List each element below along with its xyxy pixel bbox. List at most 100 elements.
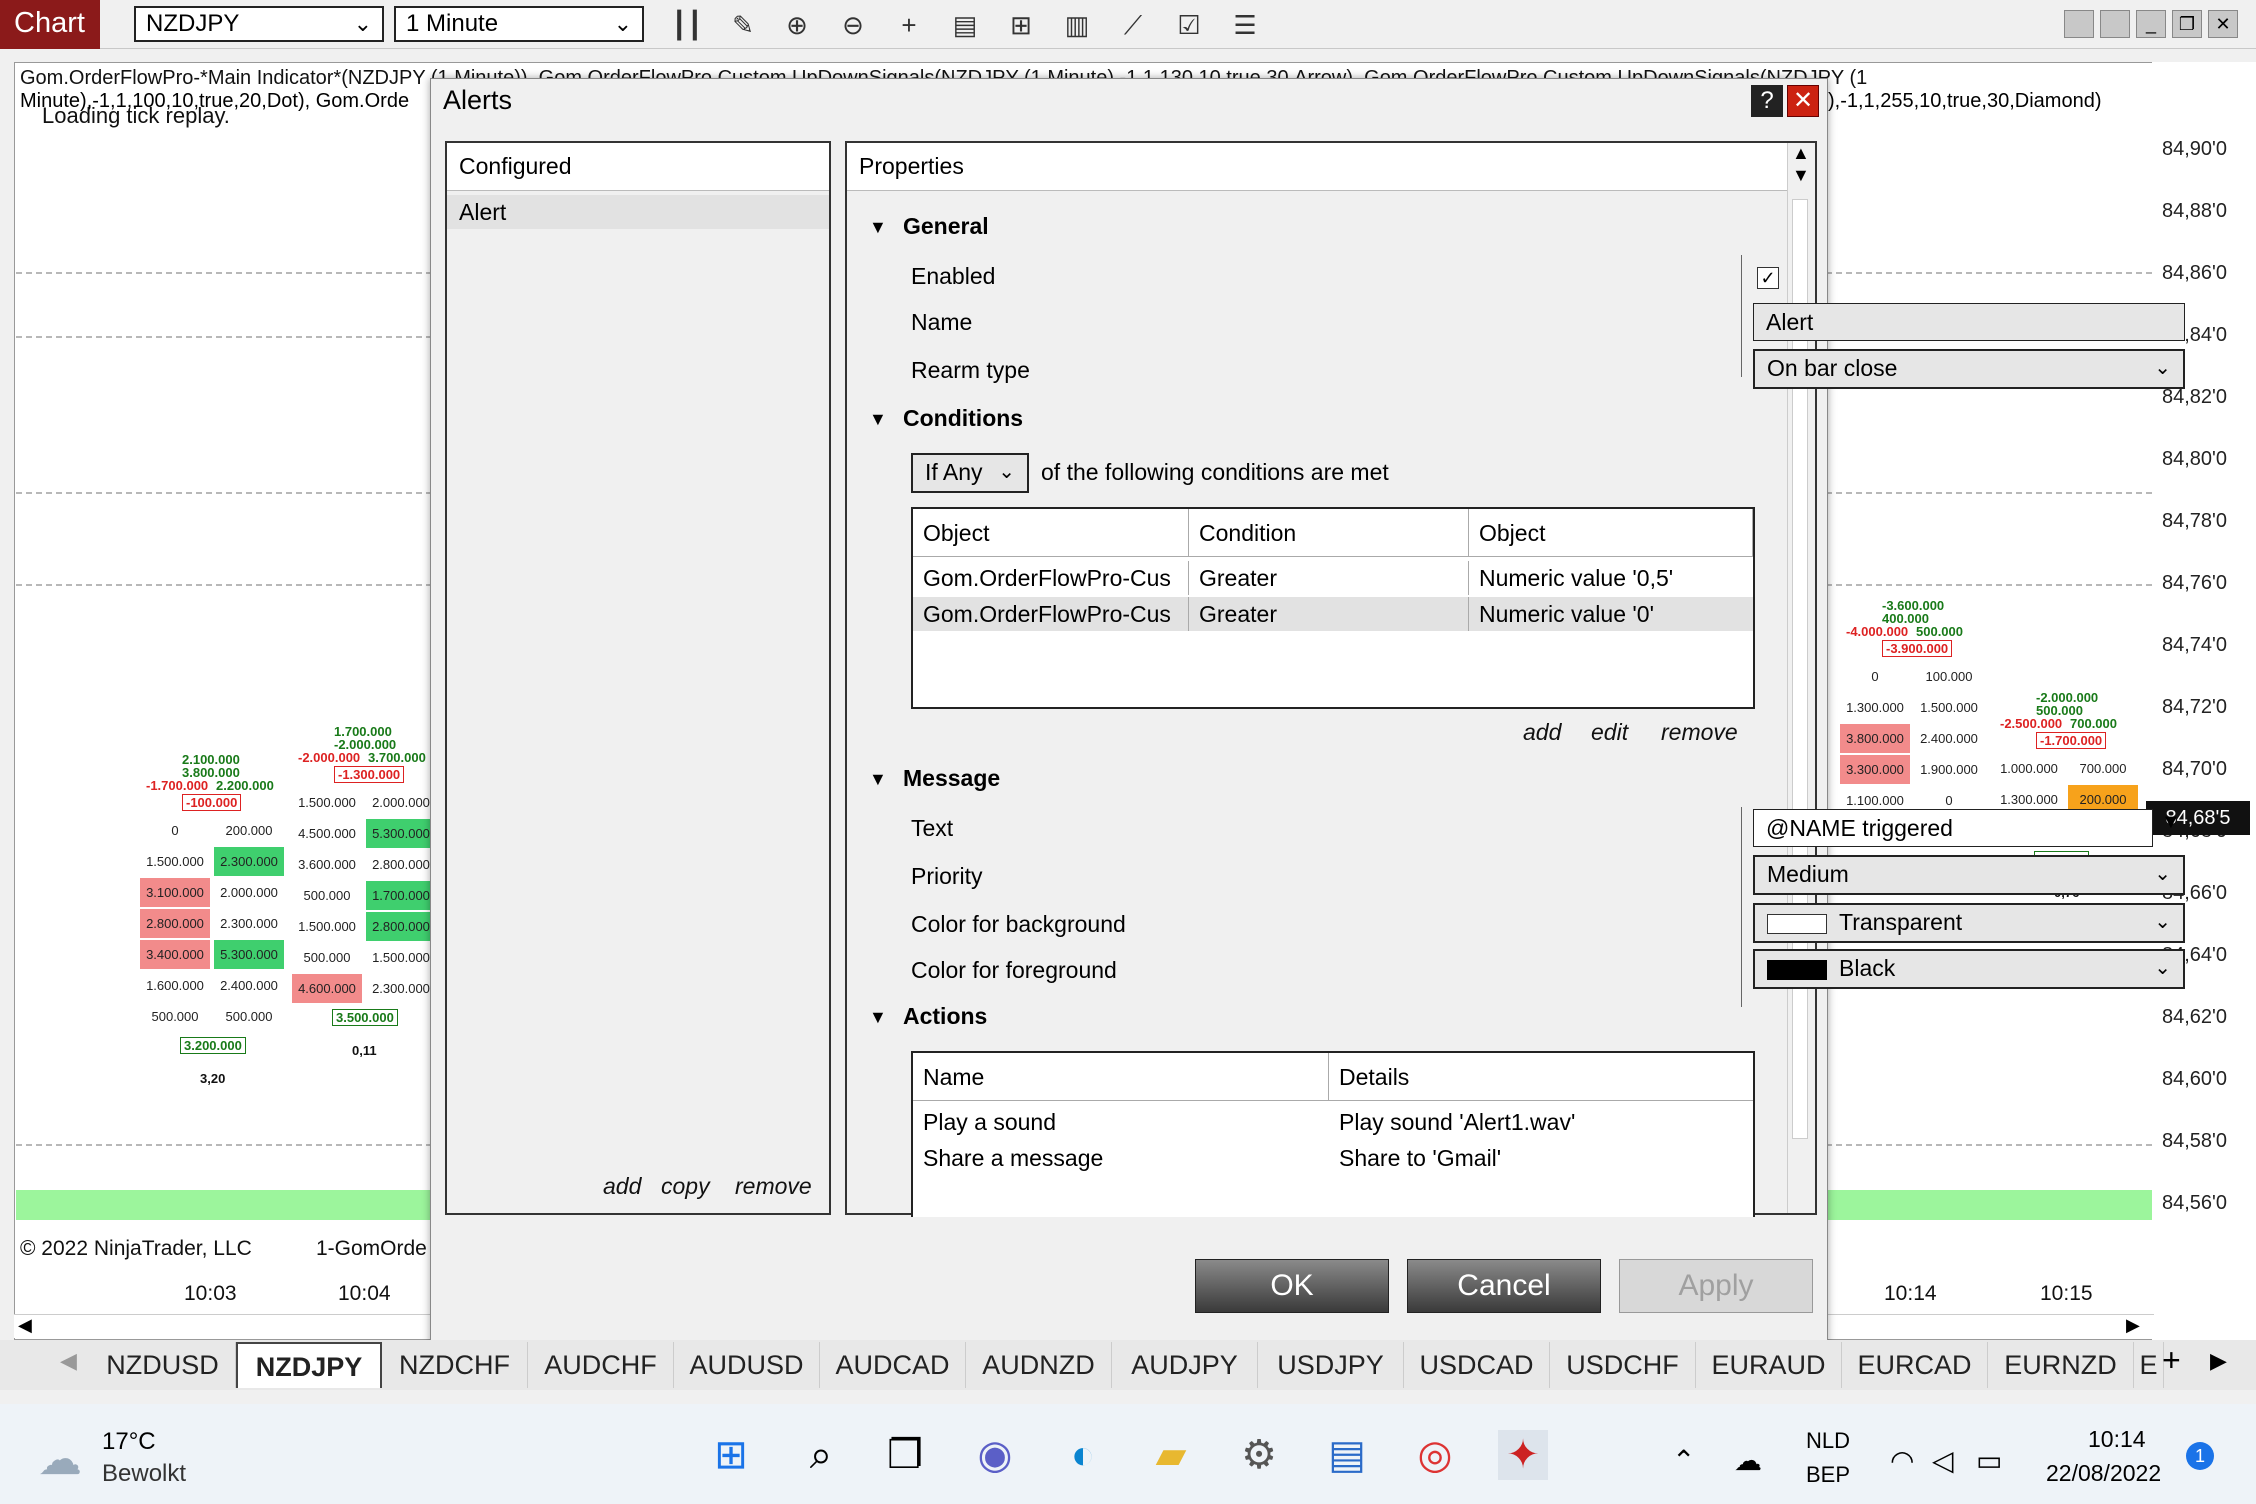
instrument-tab-usdchf[interactable]: USDCHF	[1550, 1342, 1696, 1388]
text-dropdown-arrow-icon[interactable]: ▼	[2161, 811, 2181, 834]
data-box-icon[interactable]: ▤	[948, 8, 982, 42]
collapse-triangle-icon[interactable]: ▼	[869, 1007, 887, 1028]
configured-add-link[interactable]: add	[603, 1173, 641, 1200]
restore-icon[interactable]: ❐	[2172, 10, 2202, 38]
table-row[interactable]: Gom.OrderFlowPro-Cus Greater Numeric val…	[913, 597, 1753, 631]
tab-scroll-right-icon[interactable]: ▶	[2210, 1348, 2227, 1374]
name-field[interactable]: Alert	[1753, 303, 2185, 341]
configured-item-alert[interactable]: Alert	[447, 195, 829, 229]
scroll-down-icon[interactable]: ▼	[1792, 165, 1810, 186]
condition-mode-dropdown[interactable]: If Any ⌄	[911, 453, 1029, 493]
search-icon[interactable]: ⌕	[796, 1430, 846, 1480]
condition-add-link[interactable]: add	[1523, 719, 1561, 746]
notepad-icon[interactable]: ▤	[1322, 1430, 1372, 1480]
collapse-triangle-icon[interactable]: ▼	[869, 409, 887, 430]
start-icon[interactable]: ⊞	[706, 1430, 756, 1480]
ninjatrader-icon[interactable]: ✦	[1498, 1430, 1548, 1480]
indicators-icon[interactable]: ⟋	[1116, 8, 1150, 42]
close-window-icon[interactable]: ✕	[2208, 10, 2238, 38]
clock-time[interactable]: 10:14	[2088, 1426, 2146, 1453]
settings-gear-icon[interactable]: ⚙	[1234, 1430, 1284, 1480]
priority-dropdown[interactable]: Medium ⌄	[1753, 855, 2185, 895]
instrument-tab-nzdjpy[interactable]: NZDJPY	[236, 1342, 382, 1388]
help-icon[interactable]: ?	[1751, 85, 1783, 117]
scroll-up-icon[interactable]: ▲	[1792, 143, 1810, 164]
zoom-out-icon[interactable]: ⊖	[836, 8, 870, 42]
properties-icon[interactable]: ⊞	[1004, 8, 1038, 42]
actions-col-header[interactable]: Details	[1329, 1053, 1753, 1101]
sync-icon[interactable]: ☁	[1734, 1444, 1762, 1477]
background-color-dropdown[interactable]: Transparent ⌄	[1753, 903, 2185, 943]
strategies-icon[interactable]: ☑	[1172, 8, 1206, 42]
wifi-icon[interactable]: ◠	[1890, 1444, 1914, 1477]
ok-button[interactable]: OK	[1195, 1259, 1389, 1313]
instrument-selector[interactable]: NZDJPY ⌄	[134, 6, 384, 42]
instrument-tab-audnzd[interactable]: AUDNZD	[966, 1342, 1112, 1388]
condition-remove-link[interactable]: remove	[1661, 719, 1738, 746]
weather-temp[interactable]: 17°C	[102, 1428, 156, 1456]
enabled-checkbox[interactable]: ✓	[1757, 267, 1779, 289]
minimize-icon[interactable]: _	[2136, 10, 2166, 38]
instrument-tab-audjpy[interactable]: AUDJPY	[1112, 1342, 1258, 1388]
window-option-icon[interactable]	[2064, 10, 2094, 38]
collapse-triangle-icon[interactable]: ▼	[869, 769, 887, 790]
notification-badge[interactable]: 1	[2186, 1442, 2214, 1470]
add-tab-icon[interactable]: +	[2162, 1342, 2181, 1379]
rearm-type-dropdown[interactable]: On bar close ⌄	[1753, 349, 2185, 389]
battery-icon[interactable]: ▭	[1976, 1444, 2002, 1477]
window-option-icon[interactable]	[2100, 10, 2130, 38]
footprint-bid-cell: 3.100.000	[140, 878, 210, 907]
instrument-tab-audcad[interactable]: AUDCAD	[820, 1342, 966, 1388]
table-row[interactable]: Play a sound Play sound 'Alert1.wav'	[913, 1105, 1753, 1139]
instrument-tab-euraud[interactable]: EURAUD	[1696, 1342, 1842, 1388]
instrument-tab-audchf[interactable]: AUDCHF	[528, 1342, 674, 1388]
configured-remove-link[interactable]: remove	[735, 1173, 812, 1200]
text-field[interactable]: @NAME triggered	[1753, 809, 2153, 847]
actions-col-header[interactable]: Name	[913, 1053, 1329, 1101]
clock-date[interactable]: 22/08/2022	[2046, 1460, 2161, 1487]
file-explorer-icon[interactable]: ▰	[1146, 1430, 1196, 1480]
tab-scroll-left-icon[interactable]: ◀	[60, 1348, 77, 1374]
instrument-tab-usdjpy[interactable]: USDJPY	[1258, 1342, 1404, 1388]
edge-icon[interactable]: ◐	[1058, 1430, 1108, 1480]
chart-style-icon[interactable]: ▥	[1060, 8, 1094, 42]
condition-edit-link[interactable]: edit	[1591, 719, 1628, 746]
instrument-tab-eurcad[interactable]: EURCAD	[1842, 1342, 1988, 1388]
instrument-tab-eurnzd[interactable]: EURNZD	[1988, 1342, 2134, 1388]
crosshair-icon[interactable]: +	[892, 8, 926, 42]
bar-type-icon[interactable]: ┃┃	[670, 8, 704, 42]
close-icon[interactable]: ✕	[1787, 85, 1819, 117]
collapse-triangle-icon[interactable]: ▼	[869, 217, 887, 238]
volume-icon[interactable]: ◁	[1932, 1444, 1954, 1477]
conditions-col-header[interactable]: Object	[913, 509, 1189, 557]
table-row[interactable]: Gom.OrderFlowPro-Cus Greater Numeric val…	[913, 561, 1753, 595]
interval-selector[interactable]: 1 Minute ⌄	[394, 6, 644, 42]
cancel-button[interactable]: Cancel	[1407, 1259, 1601, 1313]
language-line-1[interactable]: NLD	[1806, 1428, 1850, 1454]
instrument-tab-usdcad[interactable]: USDCAD	[1404, 1342, 1550, 1388]
cloud-icon[interactable]: ☁	[38, 1434, 82, 1485]
scroll-right-icon[interactable]: ▶	[2126, 1315, 2140, 1336]
conditions-col-header[interactable]: Condition	[1189, 509, 1469, 557]
chart-window-tab[interactable]: Chart	[0, 0, 100, 49]
instrument-tab-nzdusd[interactable]: NZDUSD	[90, 1342, 236, 1388]
scroll-left-icon[interactable]: ◀	[18, 1315, 32, 1336]
configured-copy-link[interactable]: copy	[661, 1173, 710, 1200]
zoom-in-icon[interactable]: ⊕	[780, 8, 814, 42]
chevron-up-icon[interactable]: ⌃	[1672, 1444, 1695, 1477]
foreground-color-dropdown[interactable]: Black ⌄	[1753, 949, 2185, 989]
footprint-box: -1.700.000	[2036, 732, 2107, 749]
chat-icon[interactable]: ◉	[970, 1430, 1020, 1480]
chrome-icon[interactable]: ◎	[1410, 1430, 1460, 1480]
instrument-tab-audusd[interactable]: AUDUSD	[674, 1342, 820, 1388]
instrument-tab-nzdchf[interactable]: NZDCHF	[382, 1342, 528, 1388]
task-view-icon[interactable]: ❐	[880, 1430, 930, 1480]
chart-trader-icon[interactable]: ☰	[1228, 8, 1262, 42]
drawing-tool-icon[interactable]: ✎	[726, 8, 760, 42]
conditions-col-header[interactable]: Object	[1469, 509, 1753, 557]
instrument-tab-e[interactable]: E	[2134, 1342, 2164, 1388]
language-line-2[interactable]: BEP	[1806, 1462, 1850, 1488]
weather-desc[interactable]: Bewolkt	[102, 1460, 186, 1488]
apply-button[interactable]: Apply	[1619, 1259, 1813, 1313]
table-row[interactable]: Share a message Share to 'Gmail'	[913, 1141, 1753, 1175]
